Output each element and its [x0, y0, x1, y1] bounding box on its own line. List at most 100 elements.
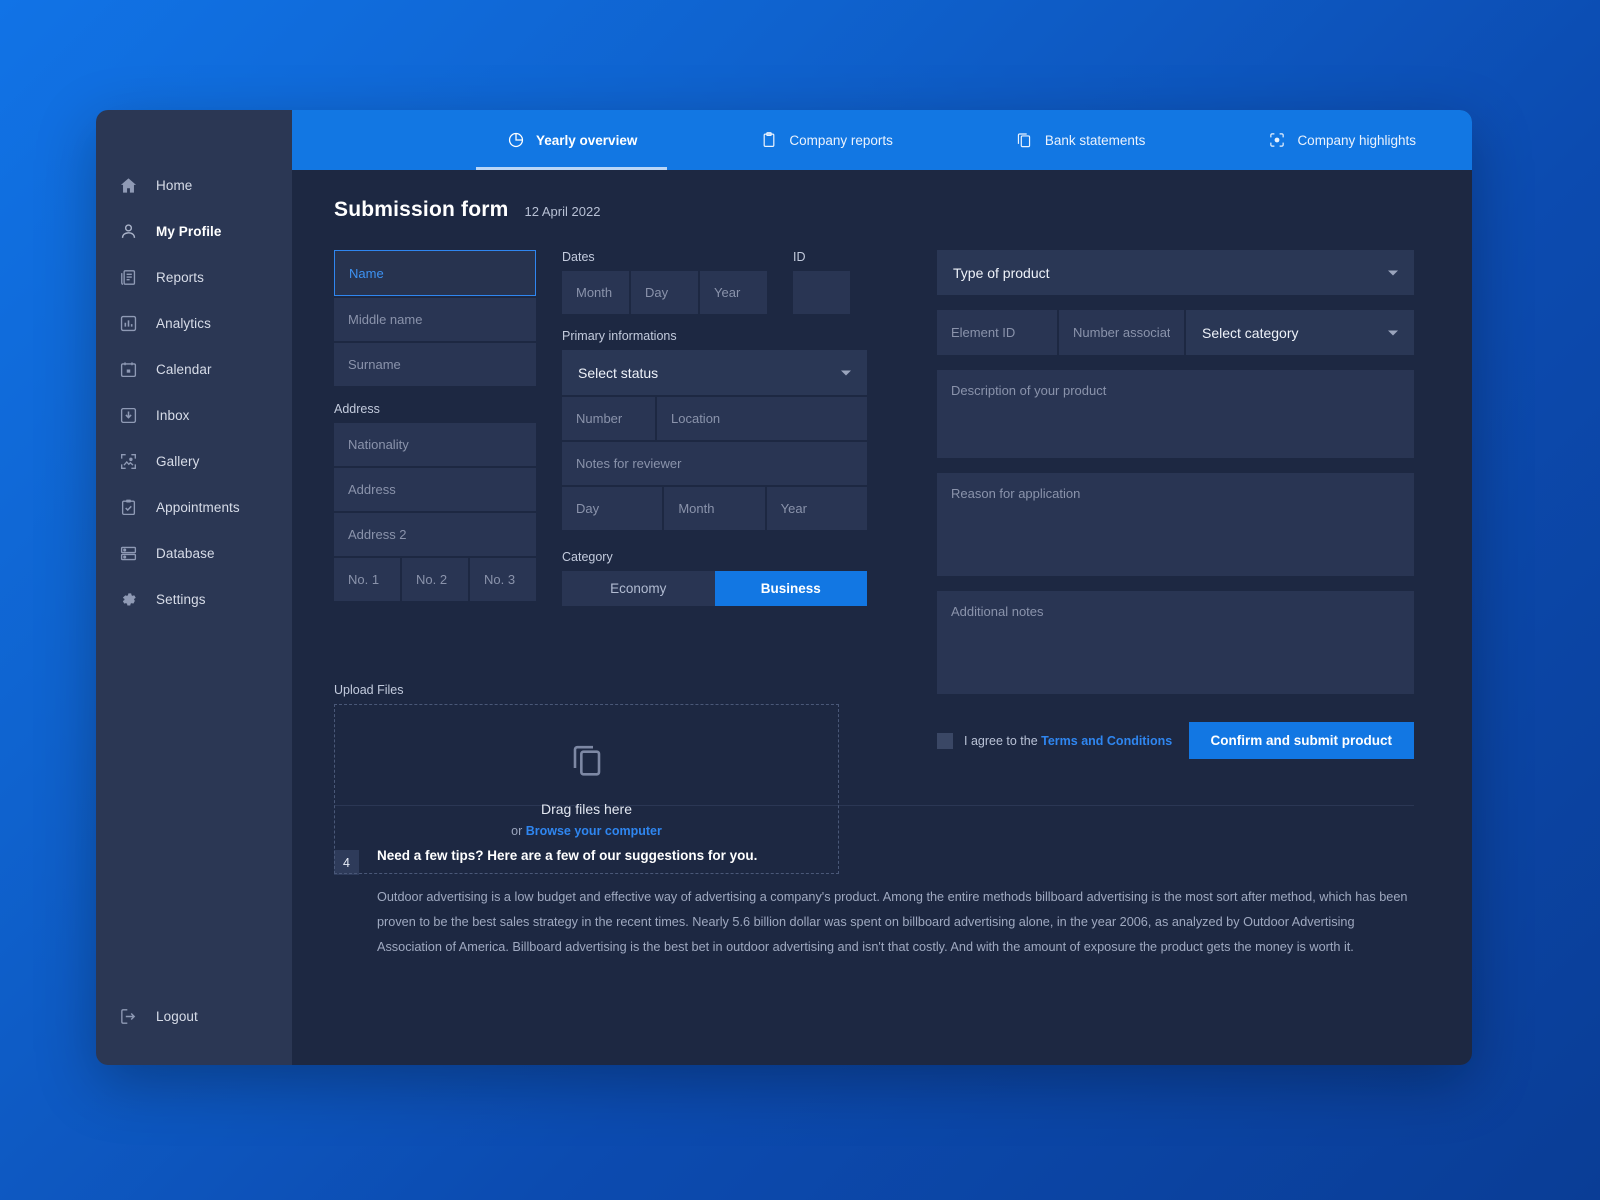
tab-company-highlights[interactable]: Company highlights	[1237, 110, 1446, 170]
copy-documents-icon	[567, 740, 607, 780]
page-date: 12 April 2022	[524, 204, 601, 219]
focus-target-icon	[1267, 131, 1286, 150]
sidebar-item-logout[interactable]: Logout	[96, 993, 292, 1039]
number-location-row	[562, 397, 867, 440]
address1-input[interactable]	[334, 468, 536, 511]
main-panel: Yearly overview Company reports Bank sta…	[292, 110, 1472, 1065]
sidebar-item-home[interactable]: Home	[96, 162, 292, 208]
id-input[interactable]	[793, 271, 850, 314]
dropzone-main-text: Drag files here	[540, 801, 633, 817]
sidebar-item-analytics[interactable]: Analytics	[96, 300, 292, 346]
date-month-input[interactable]	[562, 271, 629, 314]
no1-input[interactable]	[334, 558, 400, 601]
location-input[interactable]	[657, 397, 867, 440]
tab-yearly-overview[interactable]: Yearly overview	[476, 110, 668, 170]
sidebar-item-calendar[interactable]: Calendar	[96, 346, 292, 392]
sidebar-item-label: Settings	[156, 591, 206, 607]
sidebar-item-label: Analytics	[156, 315, 211, 331]
content-area: Submission form 12 April 2022 Address	[292, 170, 1472, 1065]
description-textarea[interactable]	[937, 370, 1414, 458]
chevron-down-icon	[1388, 270, 1398, 275]
tab-label: Bank statements	[1044, 132, 1146, 148]
date-day-input[interactable]	[631, 271, 698, 314]
clipboard-icon	[759, 131, 778, 150]
sidebar-item-gallery[interactable]: Gallery	[96, 438, 292, 484]
name-input[interactable]	[334, 250, 536, 296]
agree-checkbox[interactable]	[937, 732, 953, 749]
element-row: Select category	[937, 310, 1414, 355]
no3-input[interactable]	[470, 558, 536, 601]
dates-group-label: Dates	[562, 250, 595, 264]
select-category-select[interactable]: Select category	[1186, 310, 1414, 355]
gear-icon	[118, 589, 138, 609]
category-group-label: Category	[562, 550, 613, 564]
category-segmented-control: Economy Business	[562, 571, 867, 606]
calendar-icon	[118, 359, 138, 379]
surname-input[interactable]	[334, 343, 536, 386]
tab-label: Company highlights	[1297, 132, 1417, 148]
tab-label: Company reports	[789, 132, 893, 148]
address-field-group	[334, 423, 536, 601]
submit-row: I agree to the Terms and Conditions Conf…	[937, 722, 1414, 759]
address2-input[interactable]	[334, 513, 536, 556]
category-option-economy[interactable]: Economy	[562, 571, 715, 606]
address-numbers-row	[334, 558, 536, 601]
sidebar-item-label: Logout	[156, 1008, 198, 1024]
sec-day-input[interactable]	[562, 487, 663, 530]
bar-chart-icon	[118, 313, 138, 333]
reason-textarea[interactable]	[937, 473, 1414, 576]
no2-input[interactable]	[402, 558, 468, 601]
sec-month-input[interactable]	[664, 487, 765, 530]
sidebar-nav: Home My Profile Reports Analytics Calend…	[96, 162, 292, 622]
status-select[interactable]: Select status	[562, 350, 867, 395]
file-dropzone[interactable]: Drag files here or Browse your computer	[334, 704, 839, 874]
middle-name-input[interactable]	[334, 298, 536, 341]
sidebar: Home My Profile Reports Analytics Calend…	[96, 110, 292, 1065]
element-id-input[interactable]	[937, 310, 1057, 355]
terms-agreement: I agree to the Terms and Conditions	[937, 732, 1172, 749]
sidebar-item-settings[interactable]: Settings	[96, 576, 292, 622]
sidebar-item-reports[interactable]: Reports	[96, 254, 292, 300]
form-column-personal: Address	[334, 250, 536, 601]
dates-group: Dates	[562, 250, 767, 314]
select-category-value: Select category	[1202, 324, 1299, 341]
terms-and-conditions-link[interactable]: Terms and Conditions	[1041, 734, 1172, 748]
category-option-business[interactable]: Business	[714, 571, 867, 606]
primary-informations-label: Primary informations	[562, 329, 677, 343]
sec-year-input[interactable]	[766, 487, 867, 530]
sidebar-item-appointments[interactable]: Appointments	[96, 484, 292, 530]
database-icon	[118, 543, 138, 563]
address-group-label: Address	[334, 402, 380, 416]
additional-notes-textarea[interactable]	[937, 591, 1414, 694]
sidebar-item-label: Gallery	[156, 453, 200, 469]
nationality-input[interactable]	[334, 423, 536, 466]
number-associated-input[interactable]	[1059, 310, 1184, 355]
date-year-input[interactable]	[700, 271, 767, 314]
sidebar-item-label: Calendar	[156, 361, 212, 377]
dropzone-sub-text: or Browse your computer	[511, 824, 662, 838]
confirm-and-submit-button[interactable]: Confirm and submit product	[1188, 722, 1414, 759]
sidebar-item-my-profile[interactable]: My Profile	[96, 208, 292, 254]
sidebar-item-inbox[interactable]: Inbox	[96, 392, 292, 438]
inbox-download-icon	[118, 405, 138, 425]
sidebar-item-label: Database	[156, 545, 215, 561]
notes-for-reviewer-input[interactable]	[562, 442, 867, 485]
sidebar-item-database[interactable]: Database	[96, 530, 292, 576]
upload-files-block: Upload Files Drag files here or Browse y…	[334, 683, 839, 874]
agree-text: I agree to the Terms and Conditions	[964, 734, 1172, 748]
browse-computer-link[interactable]: Browse your computer	[526, 824, 662, 838]
top-tabbar: Yearly overview Company reports Bank sta…	[292, 110, 1472, 170]
number-input[interactable]	[562, 397, 655, 440]
id-group: ID	[793, 250, 850, 314]
form-column-product: Type of product Select category	[937, 250, 1414, 759]
type-of-product-value: Type of product	[953, 264, 1050, 281]
tab-company-reports[interactable]: Company reports	[729, 110, 923, 170]
tab-bank-statements[interactable]: Bank statements	[985, 110, 1176, 170]
type-of-product-select[interactable]: Type of product	[937, 250, 1414, 295]
